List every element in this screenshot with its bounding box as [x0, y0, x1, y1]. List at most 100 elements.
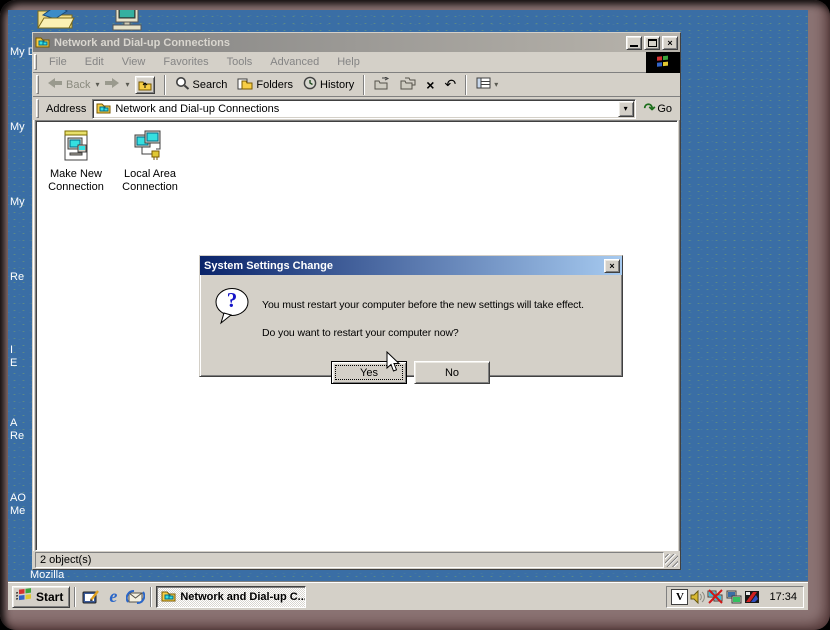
address-field[interactable]: Network and Dial-up Connections ▾ [92, 99, 635, 119]
my-documents-icon[interactable] [35, 10, 75, 34]
desktop-label[interactable]: Re [10, 271, 24, 283]
toolbar-separator [164, 75, 166, 95]
taskbar-separator [150, 587, 152, 607]
windows-flag-icon [16, 588, 33, 606]
tray-keyboard-layout-icon[interactable] [743, 589, 760, 605]
desktop-label[interactable]: AO [10, 492, 26, 504]
file-item-local-area-connection[interactable]: Local Area Connection [117, 129, 183, 194]
taskbar: Start e Network and Dial-up C... V [8, 582, 808, 610]
history-button[interactable]: History [298, 74, 359, 95]
item-label-line: Connection [117, 181, 183, 194]
folders-button[interactable]: Folders [232, 75, 298, 95]
up-folder-icon [135, 76, 155, 94]
menu-help[interactable]: Help [328, 54, 369, 70]
address-label: Address [42, 103, 92, 115]
item-label-line: Make New [43, 168, 109, 181]
close-button[interactable]: × [662, 36, 678, 50]
maximize-button[interactable] [644, 36, 660, 50]
local-area-connection-icon [132, 156, 168, 168]
desktop-label[interactable]: Me [10, 505, 25, 517]
dialog-body: ? You must restart your computer before … [200, 275, 622, 376]
task-button-label: Network and Dial-up C... [180, 591, 306, 603]
resize-grip[interactable] [665, 554, 678, 567]
menu-file[interactable]: File [40, 54, 76, 70]
address-value[interactable]: Network and Dial-up Connections [115, 103, 279, 115]
desktop-icon-labels: My D My My Re I E A Re AO Me [8, 10, 32, 580]
menu-edit[interactable]: Edit [76, 54, 113, 70]
addressbar-grip[interactable] [36, 99, 39, 117]
dialog-close-button[interactable]: × [604, 259, 620, 273]
task-button-network-connections[interactable]: Network and Dial-up C... [156, 586, 306, 608]
no-label: No [445, 367, 459, 379]
dialog-titlebar[interactable]: System Settings Change × [200, 256, 622, 275]
desktop-label[interactable]: My D [10, 46, 32, 58]
outlook-express-icon[interactable] [124, 586, 146, 608]
undo-button[interactable]: ↶ [439, 74, 461, 95]
item-label-line: Local Area [117, 168, 183, 181]
menu-favorites[interactable]: Favorites [154, 54, 217, 70]
no-button[interactable]: No [414, 361, 490, 384]
toolbar-separator [363, 75, 365, 95]
toolbar-separator [465, 75, 467, 95]
copy-to-button[interactable] [395, 75, 421, 95]
menubar-grip[interactable] [34, 54, 37, 70]
views-icon [476, 77, 491, 92]
copy-to-icon [400, 77, 416, 93]
tray-volume-icon[interactable] [689, 589, 706, 605]
window-titlebar[interactable]: Network and Dial-up Connections × [33, 33, 680, 52]
back-icon [47, 77, 63, 92]
forward-button[interactable] [99, 75, 125, 94]
views-dropdown-icon[interactable]: ▾ [494, 80, 498, 89]
history-label: History [320, 79, 354, 91]
desktop-label[interactable]: Re [10, 430, 24, 442]
tray-v-program-icon[interactable]: V [671, 589, 688, 605]
desktop-label[interactable]: My [10, 196, 25, 208]
up-button[interactable] [130, 74, 160, 96]
menu-view[interactable]: View [113, 54, 155, 70]
desktop-label[interactable]: E [10, 357, 17, 369]
status-bar: 2 object(s) [33, 551, 680, 569]
windows-logo-throbber [646, 52, 680, 73]
item-label-line: Connection [43, 181, 109, 194]
history-icon [303, 76, 317, 93]
minimize-button[interactable] [626, 36, 642, 50]
delete-button[interactable]: × [421, 75, 439, 95]
go-label: Go [657, 103, 672, 115]
desktop[interactable]: My D My My Re I E A Re AO Me Mozilla Net… [8, 10, 808, 610]
desktop-label[interactable]: A [10, 417, 17, 429]
go-arrow-icon: ↷ [644, 100, 656, 117]
go-button[interactable]: ↷ Go [636, 100, 680, 117]
menu-bar: File Edit View Favorites Tools Advanced … [33, 52, 680, 73]
tray-network-icon[interactable] [725, 589, 742, 605]
task-folder-icon [161, 589, 176, 605]
internet-explorer-icon[interactable]: e [102, 586, 124, 608]
dialog-message-line1: You must restart your computer before th… [262, 299, 584, 311]
views-button[interactable]: ▾ [471, 75, 503, 94]
desktop-label[interactable]: I [10, 344, 13, 356]
address-bar: Address Network and Dial-up Connections … [33, 97, 680, 120]
question-glyph: ? [214, 288, 250, 313]
folders-icon [237, 77, 253, 93]
move-to-button[interactable] [369, 75, 395, 95]
my-computer-icon[interactable] [111, 10, 145, 34]
file-item-make-new-connection[interactable]: Make New Connection [43, 129, 109, 194]
desktop-label-mozilla[interactable]: Mozilla [30, 569, 64, 581]
back-label: Back [66, 79, 90, 91]
show-desktop-icon[interactable] [80, 586, 102, 608]
tray-network-disconnected-icon[interactable] [707, 589, 724, 605]
toolbar: Back ▾ ▾ Search Folders [33, 73, 680, 97]
desktop-label[interactable]: My [10, 121, 25, 133]
make-new-connection-icon [58, 156, 94, 168]
dialog-message-line2: Do you want to restart your computer now… [262, 327, 459, 339]
taskbar-clock[interactable]: 17:34 [769, 591, 797, 603]
start-button[interactable]: Start [12, 586, 70, 608]
menu-advanced[interactable]: Advanced [261, 54, 328, 70]
back-button[interactable]: Back [42, 75, 95, 94]
forward-icon [104, 77, 120, 92]
system-tray: V 17:34 [666, 586, 804, 608]
search-button[interactable]: Search [170, 74, 233, 95]
toolbar-grip[interactable] [36, 75, 39, 93]
question-bubble-icon: ? [214, 287, 250, 325]
address-dropdown-button[interactable]: ▾ [618, 101, 634, 117]
menu-tools[interactable]: Tools [218, 54, 262, 70]
